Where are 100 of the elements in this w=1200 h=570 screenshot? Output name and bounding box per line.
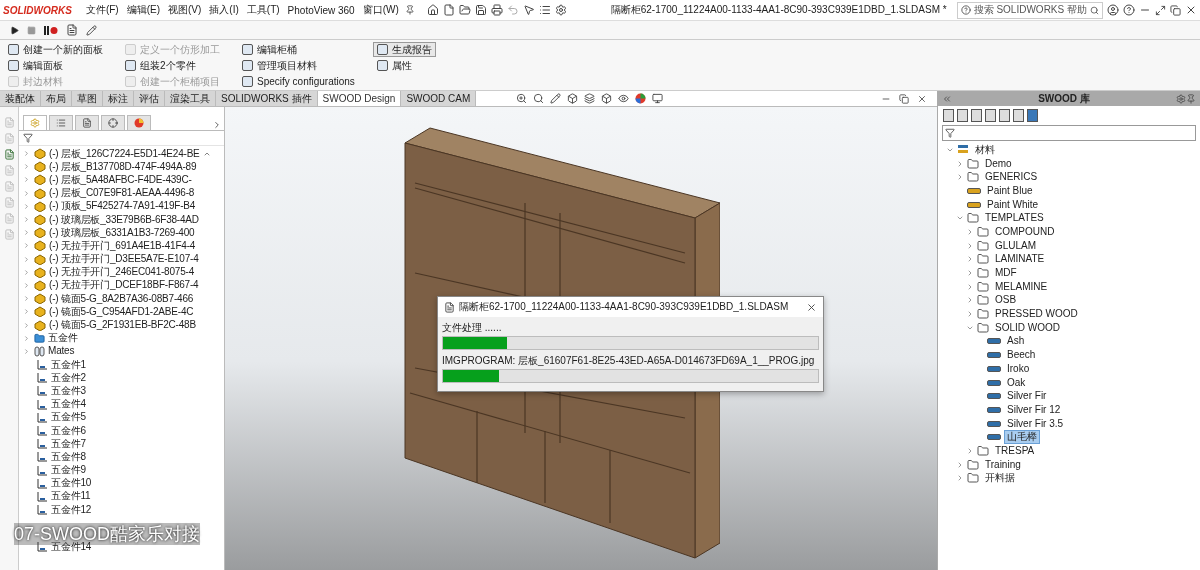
tree-item[interactable]: Oak — [1004, 375, 1029, 390]
tool-icon[interactable] — [3, 149, 15, 160]
tree-item[interactable]: 五金件5 — [51, 411, 86, 424]
tree-item[interactable]: PRESSED WOOD — [992, 307, 1081, 322]
layers-icon[interactable] — [584, 93, 596, 104]
tab[interactable]: SWOOD CAM — [401, 91, 477, 106]
tab[interactable]: 装配体 — [0, 91, 41, 106]
tree-item[interactable]: (-) 镜面5-G_C954AFD1-2ABE-4C — [49, 305, 194, 318]
tree-item[interactable]: 开料据 — [982, 471, 1018, 486]
tree-item[interactable]: Silver Fir 3.5 — [1004, 416, 1067, 431]
library-tool-icon[interactable] — [1013, 109, 1024, 122]
tree-item[interactable]: (-) 层板_126C7224-E5D1-4E24-BE — [49, 147, 200, 160]
tree-item[interactable]: LAMINATE — [992, 252, 1048, 267]
tree-item[interactable]: Silver Fir — [1004, 389, 1050, 404]
library-tool-icon[interactable] — [971, 109, 982, 122]
new-file-icon[interactable] — [442, 4, 455, 16]
tile-icon[interactable] — [1155, 4, 1166, 16]
tab[interactable]: 渲染工具 — [165, 91, 216, 106]
library-tool-icon[interactable] — [957, 109, 968, 122]
tree-item[interactable]: (-) 层板_5A48AFBC-F4DE-439C- — [49, 173, 192, 186]
tree-item[interactable]: GENERICS — [982, 170, 1041, 185]
tree-item[interactable]: 五金件4 — [51, 398, 86, 411]
close-icon[interactable] — [1185, 4, 1197, 16]
list-icon[interactable] — [538, 4, 551, 16]
tree-item[interactable]: Silver Fir 12 — [1004, 402, 1064, 417]
edit-macro-icon[interactable] — [86, 24, 97, 36]
collapse-icon[interactable] — [942, 93, 952, 104]
tree-item[interactable]: SOLID WOOD — [992, 320, 1063, 335]
help-icon[interactable] — [1123, 4, 1135, 16]
menu-item[interactable]: 视图(V) — [166, 3, 204, 17]
tree-item[interactable]: COMPOUND — [992, 224, 1058, 239]
command-button[interactable]: 组装2个零件 — [121, 58, 224, 73]
tree-item[interactable]: TRESPA — [992, 443, 1038, 458]
close-icon[interactable] — [917, 94, 927, 104]
tree-item[interactable]: (-) 无拉手开门_691A4E1B-41F4-4 — [49, 239, 196, 252]
tree-item[interactable]: 五金件8 — [51, 450, 86, 463]
tab[interactable]: SOLIDWORKS 插件 — [216, 91, 318, 106]
user-icon[interactable] — [1107, 4, 1119, 16]
menu-item[interactable]: 编辑(E) — [124, 3, 162, 17]
tree-item[interactable]: (-) 无拉手开门_246EC041-8075-4 — [49, 266, 195, 279]
zoom-area-icon[interactable] — [533, 93, 545, 104]
tree-item[interactable]: Paint Blue — [984, 183, 1036, 198]
tree-item[interactable]: Demo — [982, 156, 1015, 171]
stop-icon[interactable] — [27, 25, 36, 35]
settings-icon[interactable] — [1176, 93, 1186, 104]
color-ball-icon[interactable] — [635, 93, 647, 104]
command-button[interactable]: 管理项目材料 — [238, 58, 359, 73]
macro-file-icon[interactable] — [66, 24, 78, 36]
tree-item[interactable]: 五金件12 — [51, 503, 92, 516]
panel-tab[interactable] — [49, 115, 73, 130]
menu-item[interactable]: 工具(T) — [244, 3, 282, 17]
cube-icon[interactable] — [567, 93, 579, 104]
chevron-right-icon[interactable] — [212, 120, 222, 130]
command-button[interactable]: 生成报告 — [372, 42, 436, 57]
pause-record-icon[interactable] — [44, 25, 58, 35]
panel-tab[interactable] — [127, 115, 151, 130]
pin-icon[interactable] — [404, 5, 415, 15]
tab[interactable]: 评估 — [134, 91, 165, 106]
filter-field[interactable] — [942, 125, 1196, 141]
tree-item[interactable]: MDF — [992, 266, 1020, 281]
menu-item[interactable]: 窗口(W) — [360, 3, 401, 17]
command-button[interactable]: 编辑柜桶 — [238, 42, 359, 57]
play-icon[interactable] — [10, 25, 19, 35]
tree-item[interactable]: (-) 层板_C07E9F81-AEAA-4496-8 — [49, 187, 195, 200]
tree-item[interactable]: 五金件11 — [51, 490, 91, 503]
tree-item[interactable]: (-) 无拉手开门_D3EE5A7E-E107-4 — [49, 253, 199, 266]
panel-tab[interactable] — [23, 115, 47, 130]
tab[interactable]: 布局 — [41, 91, 72, 106]
tree-item[interactable]: Iroko — [1004, 361, 1033, 376]
tree-item[interactable]: (-) 层板_B137708D-474F-494A-89 — [49, 160, 197, 173]
tab[interactable]: 标注 — [103, 91, 134, 106]
tab[interactable]: 草图 — [72, 91, 103, 106]
pin-icon[interactable] — [1186, 93, 1196, 104]
open-icon[interactable] — [458, 4, 471, 16]
zoom-icon[interactable] — [516, 93, 528, 104]
tree-item[interactable]: 五金件9 — [51, 464, 86, 477]
tree-item[interactable]: 五金件7 — [51, 437, 86, 450]
tree-item[interactable]: 五金件2 — [51, 371, 86, 384]
tree-item[interactable]: 五金件1 — [51, 358, 86, 371]
print-icon[interactable] — [490, 4, 503, 16]
tree-item[interactable]: (-) 镜面5-G_2F1931EB-BF2C-48B — [49, 319, 196, 332]
restore-icon[interactable] — [1170, 4, 1181, 16]
select-icon[interactable] — [522, 4, 535, 16]
library-tool-icon[interactable] — [985, 109, 996, 122]
tree-item[interactable]: OSB — [992, 293, 1020, 308]
restore-icon[interactable] — [899, 94, 909, 104]
tree-item[interactable]: (-) 玻璃层板_6331A1B3-7269-400 — [49, 226, 195, 239]
tree-item[interactable]: (-) 无拉手开门_DCEF18BF-F867-4 — [49, 279, 199, 292]
tree-item[interactable]: MELAMINE — [992, 279, 1051, 294]
pencil-icon[interactable] — [550, 93, 562, 104]
menu-item[interactable]: 插入(I) — [207, 3, 241, 17]
menu-item[interactable]: 文件(F) — [83, 3, 121, 17]
tree-item[interactable]: (-) 顶板_5F425274-7A91-419F-B4 — [49, 200, 196, 213]
command-button[interactable]: Specify configurations — [238, 74, 359, 88]
settings-icon[interactable] — [554, 4, 567, 16]
tree-item[interactable]: Mates — [48, 345, 75, 358]
filter-icon[interactable] — [23, 133, 33, 143]
tree-item[interactable]: Training — [982, 457, 1024, 472]
tree-item[interactable]: 山毛榉 — [1004, 430, 1040, 445]
tree-item[interactable]: GLULAM — [992, 238, 1040, 253]
